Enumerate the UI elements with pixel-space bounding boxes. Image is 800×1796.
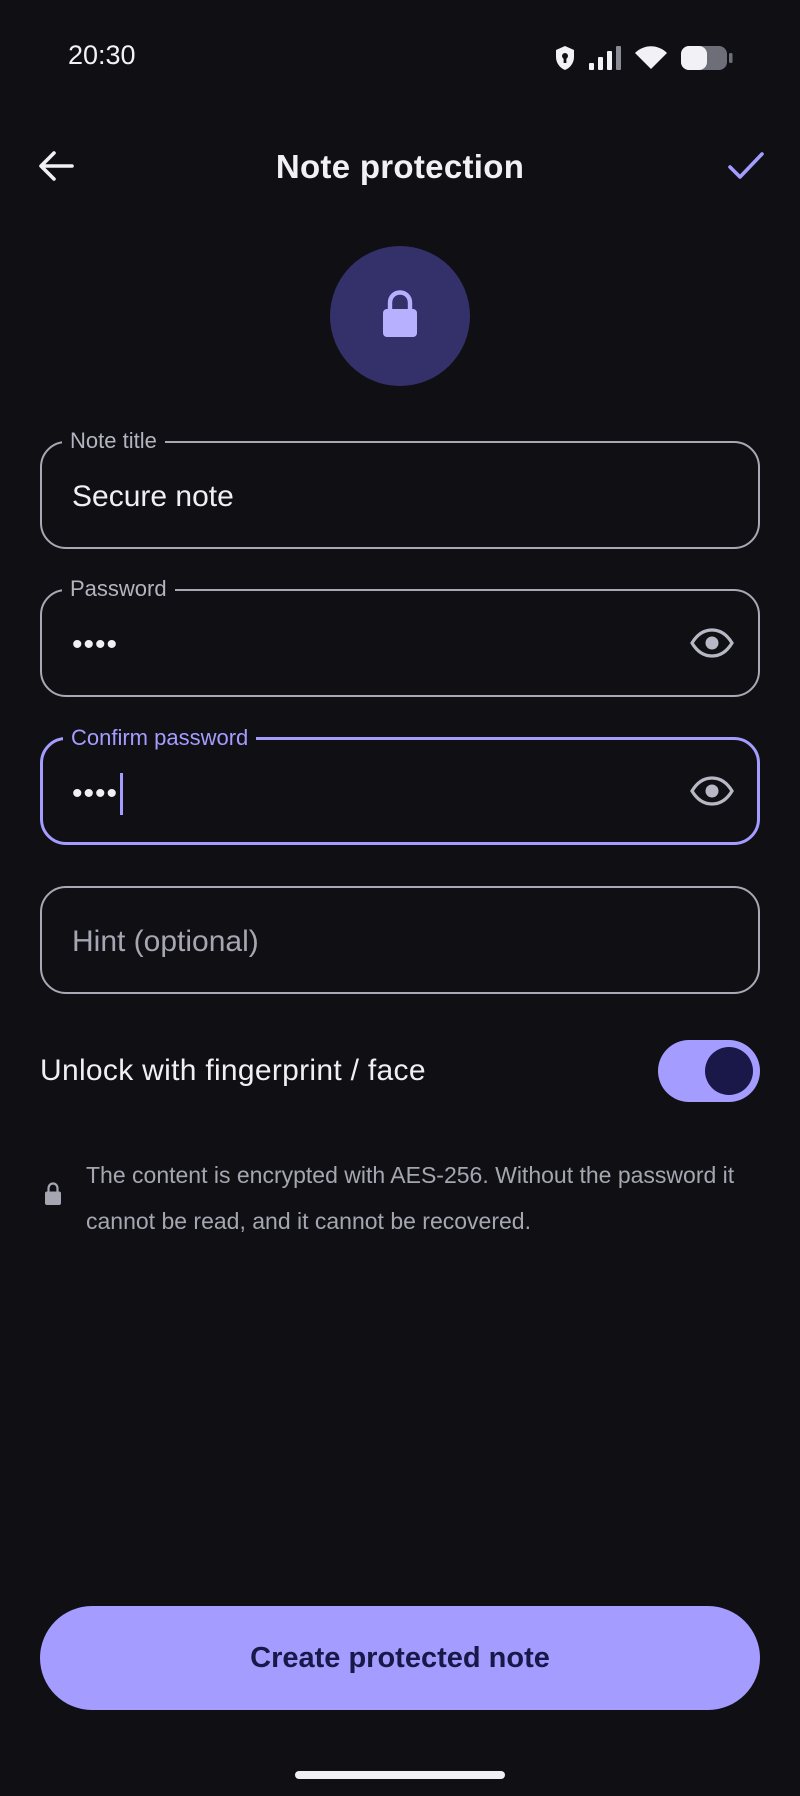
hint-field[interactable]: Hint (optional)	[40, 886, 760, 994]
note-title-value: Secure note	[72, 480, 234, 513]
toggle-thumb	[705, 1047, 753, 1095]
lock-badge	[330, 246, 470, 386]
eye-icon	[690, 775, 734, 811]
confirm-password-visibility-toggle[interactable]	[688, 769, 736, 817]
password-label: Password	[62, 574, 175, 604]
encryption-info-text: The content is encrypted with AES-256. W…	[86, 1162, 735, 1234]
status-time: 20:30	[68, 40, 136, 70]
signal-icon	[588, 45, 622, 71]
status-icons	[554, 42, 734, 74]
hint-placeholder: Hint (optional)	[72, 925, 259, 958]
check-icon	[727, 151, 765, 186]
status-bar: 20:30	[0, 0, 800, 112]
password-value: ••••	[72, 625, 118, 665]
text-caret	[120, 773, 124, 815]
biometric-label: Unlock with fingerprint / face	[40, 1054, 426, 1087]
password-visibility-toggle[interactable]	[688, 621, 736, 669]
battery-icon	[680, 44, 734, 72]
small-lock-icon	[44, 1182, 62, 1211]
biometric-row: Unlock with fingerprint / face	[40, 1040, 760, 1106]
confirm-password-value: ••••	[72, 773, 124, 815]
eye-icon	[690, 627, 734, 663]
confirm-password-field[interactable]: Confirm password ••••	[40, 723, 760, 845]
page-title: Note protection	[275, 148, 525, 185]
app-bar: Note protection	[0, 120, 800, 216]
confirm-button[interactable]	[716, 138, 776, 198]
note-title-field[interactable]: Note title Secure note	[40, 426, 760, 549]
note-title-label: Note title	[62, 426, 165, 456]
shield-icon	[554, 45, 576, 71]
create-protected-note-button[interactable]: Create protected note	[40, 1606, 760, 1710]
password-dots: ••••	[72, 628, 119, 661]
home-indicator	[295, 1771, 505, 1779]
confirm-password-label: Confirm password	[63, 723, 257, 753]
wifi-icon	[634, 45, 668, 71]
password-field[interactable]: Password ••••	[40, 574, 760, 697]
biometric-toggle[interactable]	[658, 1040, 760, 1102]
lock-icon	[381, 289, 419, 343]
confirm-password-dots: ••••	[72, 777, 119, 810]
